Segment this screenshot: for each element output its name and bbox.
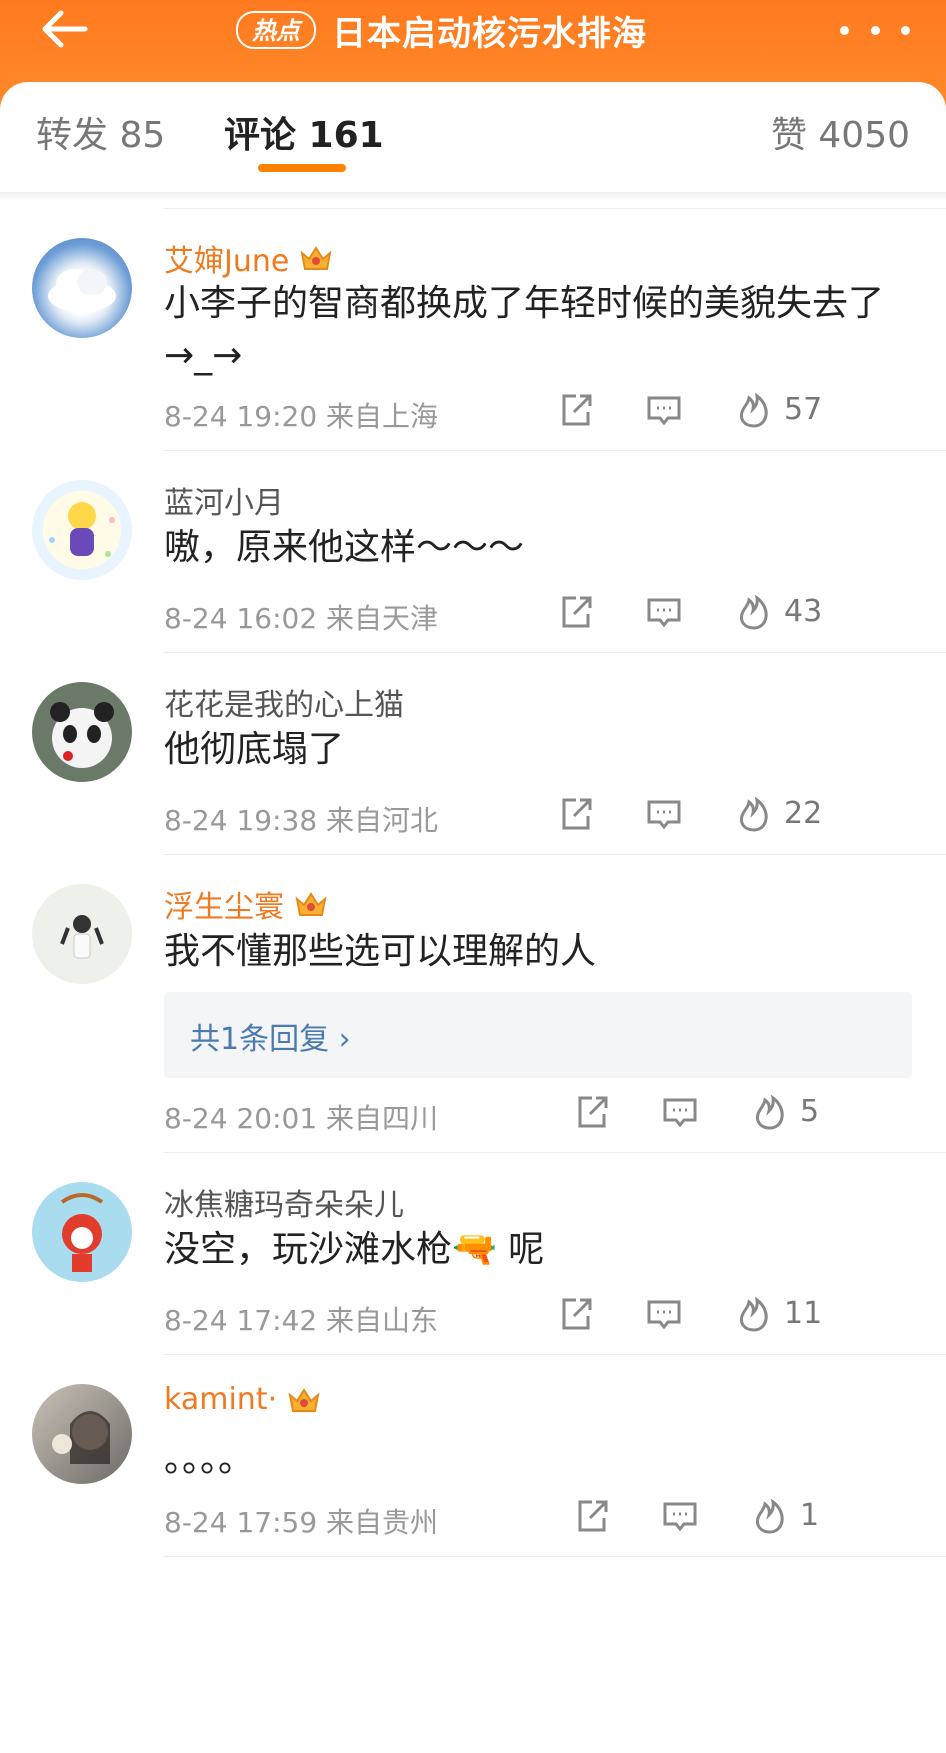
comment-text: 没空，玩沙滩水枪🔫 呢 bbox=[164, 1229, 545, 1270]
cloud-icon bbox=[48, 269, 116, 312]
like-flame-icon[interactable] bbox=[734, 390, 774, 430]
tab-bar: 转发 85 评论 161 赞 4050 bbox=[0, 82, 946, 192]
like-count: 5 bbox=[800, 1094, 820, 1129]
comment-icon[interactable] bbox=[644, 592, 684, 632]
avatar[interactable] bbox=[32, 480, 132, 580]
like-flame-icon[interactable] bbox=[734, 1294, 774, 1334]
author-name[interactable]: 冰焦糖玛奇朵朵儿 bbox=[164, 1180, 404, 1224]
tab-repost[interactable]: 转发 85 bbox=[36, 106, 165, 158]
comment-text: 小李子的智商都换成了年轻时候的美貌失去了→_→ bbox=[164, 283, 885, 376]
share-icon[interactable] bbox=[556, 1294, 596, 1334]
comment-author[interactable]: 花花是我的心上猫 bbox=[164, 680, 404, 724]
comment-author[interactable]: 冰焦糖玛奇朵朵儿 bbox=[164, 1180, 404, 1224]
more-dot-icon bbox=[870, 25, 880, 35]
tab-shadow bbox=[0, 192, 946, 202]
anime-figure-icon bbox=[49, 502, 115, 557]
share-icon[interactable] bbox=[572, 1092, 612, 1132]
comment-actions: 22 bbox=[0, 794, 946, 838]
avatar[interactable] bbox=[32, 238, 132, 338]
comment-actions: 57 bbox=[0, 390, 946, 434]
comment-text: 嗷，原来他这样～～～ bbox=[164, 527, 525, 568]
comment-author[interactable]: kamint· bbox=[164, 1382, 321, 1417]
back-arrow-icon bbox=[42, 10, 88, 48]
divider bbox=[164, 1152, 946, 1153]
more-dot-icon bbox=[840, 25, 849, 35]
comment-text: 我不懂那些选可以理解的人 bbox=[164, 931, 597, 972]
share-icon[interactable] bbox=[556, 390, 596, 430]
back-button[interactable] bbox=[34, 4, 94, 54]
view-replies-link[interactable]: 共1条回复 › bbox=[190, 1014, 351, 1058]
avatar[interactable] bbox=[32, 682, 132, 782]
topic-title: 日本启动核污水排海 bbox=[332, 13, 647, 54]
divider bbox=[164, 1556, 946, 1557]
avatar[interactable] bbox=[32, 1384, 132, 1484]
girl-figure-icon bbox=[60, 915, 104, 959]
vip-crown-icon bbox=[300, 246, 332, 270]
like-count: 57 bbox=[784, 392, 823, 427]
comment-icon[interactable] bbox=[644, 390, 684, 430]
panda-icon bbox=[50, 702, 114, 768]
author-name[interactable]: kamint· bbox=[164, 1382, 277, 1417]
tab-comment[interactable]: 评论 161 bbox=[224, 106, 384, 158]
share-icon[interactable] bbox=[572, 1496, 612, 1536]
comment-text: 。。。。 bbox=[164, 1439, 255, 1480]
divider bbox=[164, 450, 946, 451]
comment-actions: 1 bbox=[0, 1496, 946, 1540]
comment-author[interactable]: 艾婶June bbox=[164, 236, 333, 280]
comment-author[interactable]: 浮生尘寰 bbox=[164, 882, 328, 926]
tab-like[interactable]: 赞 4050 bbox=[771, 106, 910, 158]
share-icon[interactable] bbox=[556, 794, 596, 834]
more-dot-icon bbox=[901, 25, 910, 35]
like-count: 43 bbox=[784, 594, 823, 629]
divider bbox=[164, 652, 946, 653]
like-count: 11 bbox=[784, 1296, 823, 1331]
comment-text: 他彻底塌了 bbox=[164, 729, 345, 770]
share-icon[interactable] bbox=[556, 592, 596, 632]
comment-icon[interactable] bbox=[644, 794, 684, 834]
fox-character-icon bbox=[60, 1193, 104, 1272]
vip-crown-icon bbox=[288, 1387, 320, 1412]
avatar[interactable] bbox=[32, 884, 132, 984]
comment-icon[interactable] bbox=[660, 1092, 700, 1132]
divider bbox=[164, 1354, 946, 1355]
like-flame-icon[interactable] bbox=[750, 1496, 790, 1536]
more-options-button[interactable] bbox=[840, 10, 910, 50]
comment-actions: 5 bbox=[0, 1092, 946, 1136]
topic-header[interactable]: 热点 日本启动核污水排海 bbox=[236, 4, 647, 56]
like-count: 22 bbox=[784, 796, 823, 831]
active-tab-indicator bbox=[258, 164, 346, 172]
comment-actions: 11 bbox=[0, 1294, 946, 1338]
comment-author[interactable]: 蓝河小月 bbox=[164, 478, 284, 522]
comment-icon[interactable] bbox=[644, 1294, 684, 1334]
author-name[interactable]: 浮生尘寰 bbox=[164, 882, 284, 926]
comment-icon[interactable] bbox=[660, 1496, 700, 1536]
author-name[interactable]: 花花是我的心上猫 bbox=[164, 680, 404, 724]
author-name[interactable]: 蓝河小月 bbox=[164, 478, 284, 522]
hot-badge: 热点 bbox=[236, 11, 316, 49]
vip-crown-icon bbox=[295, 892, 327, 916]
reply-summary[interactable]: 共1条回复 › bbox=[164, 992, 912, 1078]
comment-actions: 43 bbox=[0, 592, 946, 636]
author-name[interactable]: 艾婶June bbox=[164, 236, 289, 280]
like-flame-icon[interactable] bbox=[750, 1092, 790, 1132]
avatar[interactable] bbox=[32, 1182, 132, 1282]
like-count: 1 bbox=[800, 1498, 820, 1533]
like-flame-icon[interactable] bbox=[734, 794, 774, 834]
divider bbox=[164, 208, 946, 209]
photo-avatar-icon bbox=[52, 1411, 110, 1464]
divider bbox=[164, 854, 946, 855]
like-flame-icon[interactable] bbox=[734, 592, 774, 632]
